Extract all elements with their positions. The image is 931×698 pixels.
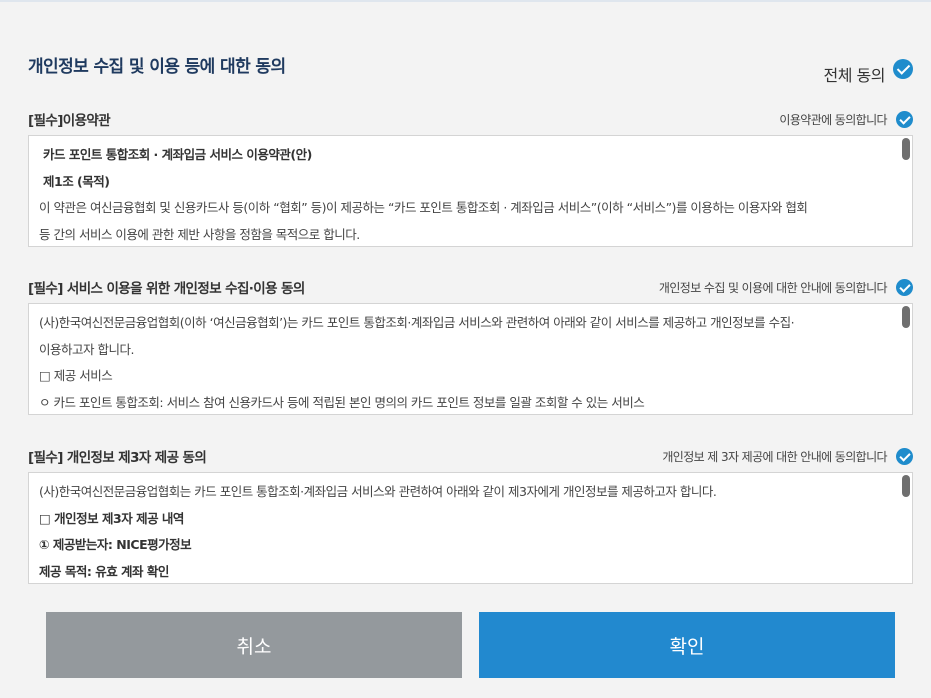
- terms-title: [필수]이용약관: [28, 113, 111, 129]
- privacy-collection-text-box[interactable]: (사)한국여신전문금융업협회(이하 ‘여신금융협회’)는 카드 포인트 통합조회…: [28, 303, 913, 415]
- privacy-collection-section: [필수] 서비스 이용을 위한 개인정보 수집·이용 동의 개인정보 수집 및 …: [28, 276, 913, 415]
- third-party-line: □ 개인정보 제3자 제공 내역: [39, 510, 184, 526]
- privacy-collection-line: (사)한국여신전문금융업협회(이하 ‘여신금융협회’)는 카드 포인트 통합조회…: [39, 315, 795, 330]
- privacy-collection-agree-toggle[interactable]: 개인정보 수집 및 이용에 대한 안내에 동의합니다: [658, 278, 913, 296]
- third-party-line: 제공 목적: 유효 계좌 확인: [39, 563, 169, 579]
- terms-section: [필수]이용약관 이용약관에 동의합니다 카드 포인트 통합조회 · 계좌입금 …: [28, 108, 913, 247]
- terms-line: 제1조 (목적): [43, 173, 110, 189]
- privacy-collection-check-icon[interactable]: [896, 278, 913, 296]
- terms-agree-toggle[interactable]: 이용약관에 동의합니다: [779, 110, 913, 128]
- third-party-agree-toggle[interactable]: 개인정보 제 3자 제공에 대한 안내에 동의합니다: [662, 447, 913, 465]
- privacy-collection-title: [필수] 서비스 이용을 위한 개인정보 수집·이용 동의: [28, 281, 305, 297]
- third-party-line: (사)한국여신전문금융업협회는 카드 포인트 통합조회·계좌입금 서비스와 관련…: [39, 484, 717, 499]
- privacy-collection-line: ㅇ 카드 포인트 통합조회: 서비스 참여 신용카드사 등에 적립된 본인 명의…: [39, 394, 645, 410]
- terms-check-icon[interactable]: [896, 110, 913, 128]
- privacy-collection-scrollbar[interactable]: [902, 306, 910, 328]
- third-party-agree-label: 개인정보 제 3자 제공에 대한 안내에 동의합니다: [662, 449, 887, 464]
- third-party-text-box[interactable]: (사)한국여신전문금융업협회는 카드 포인트 통합조회·계좌입금 서비스와 관련…: [28, 472, 913, 584]
- terms-line: 카드 포인트 통합조회 · 계좌입금 서비스 이용약관(안): [43, 147, 312, 162]
- third-party-check-icon[interactable]: [896, 447, 913, 465]
- terms-line: 이 약관은 여신금융협회 및 신용카드사 등(이하 “협회” 등)이 제공하는 …: [39, 200, 808, 215]
- privacy-collection-line: □ 제공 서비스: [39, 368, 113, 383]
- cancel-button[interactable]: 취소: [46, 612, 462, 678]
- privacy-collection-line: 이용하고자 합니다.: [39, 341, 134, 357]
- all-agree-check-icon[interactable]: [893, 59, 913, 79]
- confirm-button[interactable]: 확인: [479, 612, 895, 678]
- terms-scrollbar[interactable]: [902, 138, 910, 160]
- terms-header: [필수]이용약관 이용약관에 동의합니다: [28, 108, 913, 130]
- all-agree-toggle[interactable]: 전체 동의: [824, 52, 913, 86]
- terms-agree-label: 이용약관에 동의합니다: [779, 112, 887, 127]
- terms-text-box[interactable]: 카드 포인트 통합조회 · 계좌입금 서비스 이용약관(안) 제1조 (목적) …: [28, 135, 913, 247]
- top-divider: [0, 0, 931, 2]
- third-party-scrollbar[interactable]: [902, 475, 910, 497]
- third-party-section: [필수] 개인정보 제3자 제공 동의 개인정보 제 3자 제공에 대한 안내에…: [28, 445, 913, 584]
- privacy-collection-header: [필수] 서비스 이용을 위한 개인정보 수집·이용 동의 개인정보 수집 및 …: [28, 276, 913, 298]
- third-party-line: ① 제공받는자: NICE평가정보: [39, 537, 192, 552]
- third-party-header: [필수] 개인정보 제3자 제공 동의 개인정보 제 3자 제공에 대한 안내에…: [28, 445, 913, 467]
- privacy-collection-agree-label: 개인정보 수집 및 이용에 대한 안내에 동의합니다: [658, 280, 888, 295]
- terms-line: 등 간의 서비스 이용에 관한 제반 사항을 정함을 목적으로 합니다.: [39, 226, 360, 242]
- third-party-title: [필수] 개인정보 제3자 제공 동의: [28, 450, 207, 466]
- page-title: 개인정보 수집 및 이용 등에 대한 동의: [28, 57, 286, 77]
- all-agree-label: 전체 동의: [823, 66, 886, 85]
